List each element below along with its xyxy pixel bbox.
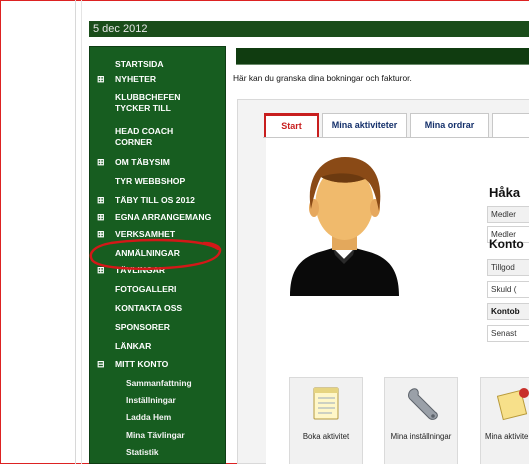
sidebar-item-sponsorer[interactable]: SPONSORER	[90, 322, 227, 333]
mina-installningar-button[interactable]: Mina inställningar	[384, 377, 458, 464]
sidebar-item-label: ANMÄLNINGAR	[115, 248, 180, 258]
date-bar: 5 dec 2012	[89, 21, 529, 37]
button-label: Boka aktivitet	[302, 432, 350, 441]
tab-mina-ordrar[interactable]: Mina ordrar	[410, 113, 489, 137]
expand-plus-icon[interactable]: ⊞	[97, 212, 105, 223]
sidebar-item-kontakta-oss[interactable]: KONTAKTA OSS	[90, 303, 227, 314]
sidebar-item-label: LÄNKAR	[115, 341, 152, 351]
account-row: Tillgod	[487, 259, 529, 276]
sidebar-item-label: SPONSORER	[115, 322, 170, 332]
wrench-icon	[408, 388, 438, 420]
profile-name: Håka	[489, 185, 521, 200]
sidebar-item-klubbchefen[interactable]: KLUBBCHEFEN TYCKER TILL	[90, 92, 210, 113]
mina-aktiviteter-button[interactable]: Mina aktivite	[480, 377, 529, 464]
sidebar-item-tavlingar[interactable]: ⊞ TÄVLINGAR	[90, 265, 227, 276]
account-section-title: Konto	[489, 237, 524, 251]
user-avatar	[290, 157, 399, 296]
sidebar-item-label: OM TÄBYSIM	[115, 157, 170, 167]
profile-row: Medler	[487, 206, 529, 223]
account-row: Senast	[487, 325, 529, 342]
sidebar-item-label: TÄBY TILL OS 2012	[115, 195, 195, 205]
expand-plus-icon[interactable]: ⊞	[97, 74, 105, 85]
sidebar-item-label: KLUBBCHEFEN TYCKER TILL	[115, 92, 181, 113]
sidebar-item-label: VERKSAMHET	[115, 229, 176, 239]
content-header-bar	[236, 48, 529, 65]
sidebar-item-startsida[interactable]: STARTSIDA	[90, 59, 227, 70]
boka-aktivitet-button[interactable]: Boka aktivitet	[289, 377, 363, 464]
sidebar-item-label: TYR WEBBSHOP	[115, 176, 186, 186]
button-label: Mina inställningar	[390, 432, 452, 441]
expand-plus-icon[interactable]: ⊞	[97, 157, 105, 168]
sidebar-item-label: MITT KONTO	[115, 359, 169, 369]
sidebar-item-tyr-webbshop[interactable]: TYR WEBBSHOP	[90, 176, 227, 187]
sidebar-item-mitt-konto[interactable]: ⊟ MITT KONTO	[90, 359, 227, 370]
sidebar-item-head-coach[interactable]: HEAD COACH CORNER	[90, 126, 200, 147]
sidebar-item-anmalningar[interactable]: ANMÄLNINGAR	[90, 248, 227, 259]
sidebar-subitem-mina-tavlingar[interactable]: Mina Tävlingar	[90, 430, 227, 441]
sidebar-subitem-installningar[interactable]: Inställningar	[90, 395, 227, 406]
sidebar-item-label: EGNA ARRANGEMANG	[115, 212, 212, 222]
sidebar-item-label: NYHETER	[115, 74, 157, 84]
expand-plus-icon[interactable]: ⊞	[97, 265, 105, 276]
sidebar-item-taby-till-os[interactable]: ⊞ TÄBY TILL OS 2012	[90, 195, 227, 206]
intro-text: Här kan du granska dina bokningar och fa…	[233, 73, 412, 83]
sidebar-item-label: TÄVLINGAR	[115, 265, 166, 275]
sidebar-item-label: FOTOGALLERI	[115, 284, 177, 294]
button-label: Mina aktivite	[485, 432, 529, 441]
column-divider	[75, 0, 76, 464]
notes-icon	[497, 388, 529, 421]
account-row: Skuld (	[487, 281, 529, 298]
sidebar-item-lankar[interactable]: LÄNKAR	[90, 341, 227, 352]
tab-more[interactable]	[492, 113, 529, 137]
sidebar-item-om-tabysim[interactable]: ⊞ OM TÄBYSIM	[90, 157, 227, 168]
sidebar-item-verksamhet[interactable]: ⊞ VERKSAMHET	[90, 229, 227, 240]
collapse-minus-icon[interactable]: ⊟	[97, 359, 105, 370]
sidebar-item-fotogalleri[interactable]: FOTOGALLERI	[90, 284, 227, 295]
sidebar-item-egna-arrangemang[interactable]: ⊞ EGNA ARRANGEMANG	[90, 212, 227, 223]
expand-plus-icon[interactable]: ⊞	[97, 229, 105, 240]
sidebar-item-label: STARTSIDA	[115, 59, 164, 69]
sidebar-item-nyheter[interactable]: ⊞ NYHETER	[90, 74, 227, 85]
account-row: Kontob	[487, 303, 529, 320]
tab-start[interactable]: Start	[264, 113, 319, 137]
notepad-icon	[313, 387, 339, 420]
sidebar-item-label: HEAD COACH CORNER	[115, 126, 174, 147]
sidebar-menu: STARTSIDA ⊞ NYHETER KLUBBCHEFEN TYCKER TI…	[89, 46, 226, 464]
sidebar-subitem-ladda-hem[interactable]: Ladda Hem	[90, 412, 227, 423]
sidebar-item-label: KONTAKTA OSS	[115, 303, 183, 313]
tab-mina-aktiviteter[interactable]: Mina aktiviteter	[322, 113, 407, 137]
sidebar-subitem-sammanfattning[interactable]: Sammanfattning	[90, 378, 227, 389]
column-divider	[81, 0, 82, 464]
sidebar-subitem-statistik[interactable]: Statistik	[90, 447, 227, 458]
expand-plus-icon[interactable]: ⊞	[97, 195, 105, 206]
